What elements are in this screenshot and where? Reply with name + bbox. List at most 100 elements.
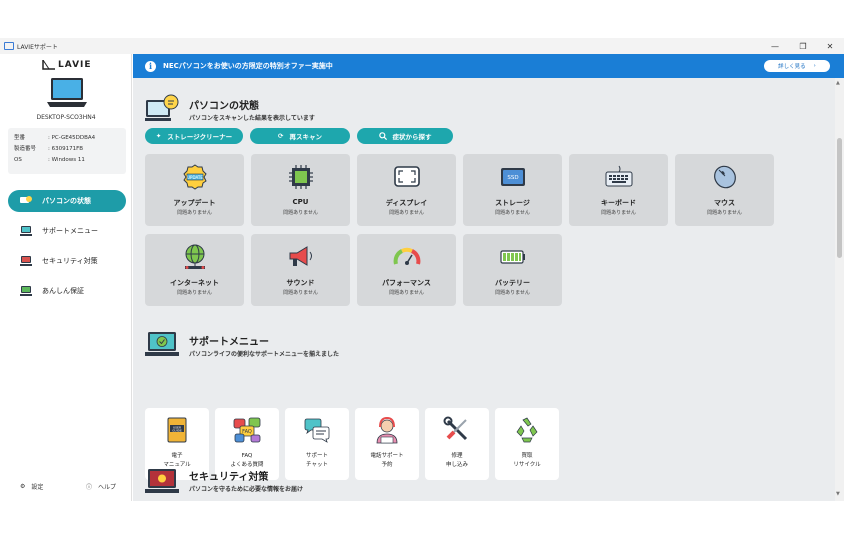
tile-cpu[interactable]: CPU 問題ありません xyxy=(251,154,350,226)
close-button[interactable]: ✕ xyxy=(817,38,843,54)
title-bar: LAVIEサポート — ❐ ✕ xyxy=(0,38,844,54)
section-title-security: セキュリティ対策 xyxy=(189,472,269,483)
section-title-support: サポートメニュー xyxy=(189,337,269,348)
rescan-button[interactable]: ⟳ 再スキャン xyxy=(250,128,350,144)
scroll-up-icon[interactable]: ▲ xyxy=(836,80,840,86)
tile-name: マウス xyxy=(714,199,735,207)
spec-key: OS xyxy=(14,157,22,163)
tile-name: キーボード xyxy=(601,199,636,207)
faq-bubbles-icon: FAQ xyxy=(233,417,261,443)
tile-status: 問題ありません xyxy=(601,210,636,216)
device-name: DESKTOP-SCO3HN4 xyxy=(36,114,96,121)
tile-display[interactable]: ディスプレイ 問題ありません xyxy=(357,154,456,226)
chat-bubbles-icon xyxy=(304,418,330,443)
find-by-symptom-button[interactable]: 症状から探す xyxy=(357,128,453,144)
minimize-button[interactable]: — xyxy=(762,38,788,54)
tile-name: CPU xyxy=(292,198,309,206)
tile-performance[interactable]: パフォーマンス 問題ありません xyxy=(357,234,456,306)
svg-text:SSD: SSD xyxy=(507,175,518,181)
svg-text:UPDATE: UPDATE xyxy=(187,175,203,180)
tile-update[interactable]: UPDATE アップデート 問題ありません xyxy=(145,154,244,226)
tile-status: 問題ありません xyxy=(283,290,318,296)
storage-cleaner-button[interactable]: ✦ ストレージクリーナー xyxy=(145,128,243,144)
user-guide-book-icon: USER GUIDE xyxy=(167,417,187,443)
pill-label: 症状から探す xyxy=(392,133,432,141)
recycle-icon xyxy=(516,417,538,443)
help-icon: ⓘ xyxy=(86,484,93,491)
offer-banner: i NECパソコンをお使いの方限定の特別オファー実施中 詳しく見る › xyxy=(133,54,844,78)
help-label: ヘルプ xyxy=(98,484,117,491)
tile-status: 問題ありません xyxy=(707,210,742,216)
display-icon xyxy=(394,166,420,187)
tile-name: アップデート xyxy=(173,199,216,207)
tile-sound[interactable]: サウンド 問題ありません xyxy=(251,234,350,306)
maximize-button[interactable]: ❐ xyxy=(790,38,816,54)
nav-item-warranty[interactable]: あんしん保証 xyxy=(8,280,126,302)
chevron-right-icon: › xyxy=(813,63,816,69)
globe-network-icon xyxy=(185,244,205,269)
card-label: 電話サポート 予約 xyxy=(370,453,404,468)
tile-name: バッテリー xyxy=(495,279,530,287)
pc-status-icon xyxy=(20,196,32,203)
laptop-icon xyxy=(47,78,87,107)
card-repair[interactable]: 修理 申し込み xyxy=(425,408,489,480)
spec-row-serial: 製造番号 : 6309171FB xyxy=(14,144,120,155)
keyboard-icon xyxy=(605,165,633,187)
scrollbar[interactable]: ▲ ▼ xyxy=(835,78,844,501)
window-title: LAVIEサポート xyxy=(17,43,58,51)
spec-value: : 6309171FB xyxy=(48,146,84,152)
refresh-icon: ⟳ xyxy=(278,132,284,140)
section-subtitle-security: パソコンを守るために必要な情報をお届け xyxy=(189,486,304,493)
gauge-icon xyxy=(393,247,421,265)
pill-label: ストレージクリーナー xyxy=(167,133,233,141)
help-link[interactable]: ⓘ ヘルプ xyxy=(86,482,116,491)
tile-status: 問題ありません xyxy=(389,210,424,216)
nav-item-support-menu[interactable]: サポートメニュー xyxy=(8,220,126,242)
support-laptop-icon xyxy=(20,226,32,236)
main-content: i NECパソコンをお使いの方限定の特別オファー実施中 詳しく見る › ▲ ▼ … xyxy=(133,54,844,501)
nav-item-label: パソコンの状態 xyxy=(42,197,91,205)
app-window: LAVIEサポート — ❐ ✕ LAVIE DESKTOP-SCO3HN4 型番… xyxy=(0,38,844,501)
nav-item-pc-status[interactable]: パソコンの状態 xyxy=(8,190,126,212)
tile-status: 問題ありません xyxy=(177,290,212,296)
card-trade-in-recycle[interactable]: 買取 リサイクル xyxy=(495,408,559,480)
warranty-laptop-icon xyxy=(20,286,32,296)
tile-status: 問題ありません xyxy=(495,290,530,296)
tile-name: ストレージ xyxy=(495,199,530,207)
nav-item-label: サポートメニュー xyxy=(42,227,98,235)
section-title-pc-status: パソコンの状態 xyxy=(189,101,259,112)
update-badge-icon: UPDATE xyxy=(183,164,207,190)
tile-internet[interactable]: インターネット 問題ありません xyxy=(145,234,244,306)
tile-name: ディスプレイ xyxy=(385,199,428,207)
app-logo-icon xyxy=(4,42,14,50)
card-phone-support[interactable]: 電話サポート 予約 xyxy=(355,408,419,480)
megaphone-icon xyxy=(289,246,312,266)
security-section-icon xyxy=(145,469,179,493)
spec-key: 製造番号 xyxy=(14,146,37,152)
tile-keyboard[interactable]: キーボード 問題ありません xyxy=(569,154,668,226)
svg-text:GUIDE: GUIDE xyxy=(172,428,182,432)
card-label: サポート チャット xyxy=(305,453,328,468)
section-subtitle-support: パソコンライフの便利なサポートメニューを揃えました xyxy=(189,351,340,358)
spec-key: 型番 xyxy=(14,135,26,141)
mouse-icon xyxy=(714,165,736,189)
sparkle-icon: ✦ xyxy=(155,132,162,140)
tile-battery[interactable]: バッテリー 問題ありません xyxy=(463,234,562,306)
nav-item-security[interactable]: セキュリティ対策 xyxy=(8,250,126,272)
wrench-screwdriver-icon xyxy=(443,416,468,441)
tile-name: パフォーマンス xyxy=(382,279,431,287)
tile-mouse[interactable]: マウス 問題ありません xyxy=(675,154,774,226)
tile-status: 問題ありません xyxy=(389,290,424,296)
settings-link[interactable]: ⚙ 設定 xyxy=(20,482,43,491)
settings-label: 設定 xyxy=(31,484,44,491)
info-icon: i xyxy=(145,60,156,72)
lavie-mark-icon xyxy=(42,60,55,70)
scroll-down-icon[interactable]: ▼ xyxy=(836,491,840,497)
banner-details-button[interactable]: 詳しく見る › xyxy=(764,60,830,72)
pill-label: 再スキャン xyxy=(289,133,322,141)
tile-name: サウンド xyxy=(286,279,315,287)
banner-button-label: 詳しく見る xyxy=(778,64,806,70)
tile-storage[interactable]: SSD ストレージ 問題ありません xyxy=(463,154,562,226)
scroll-thumb[interactable] xyxy=(837,138,842,258)
card-support-chat[interactable]: サポート チャット xyxy=(285,408,349,480)
